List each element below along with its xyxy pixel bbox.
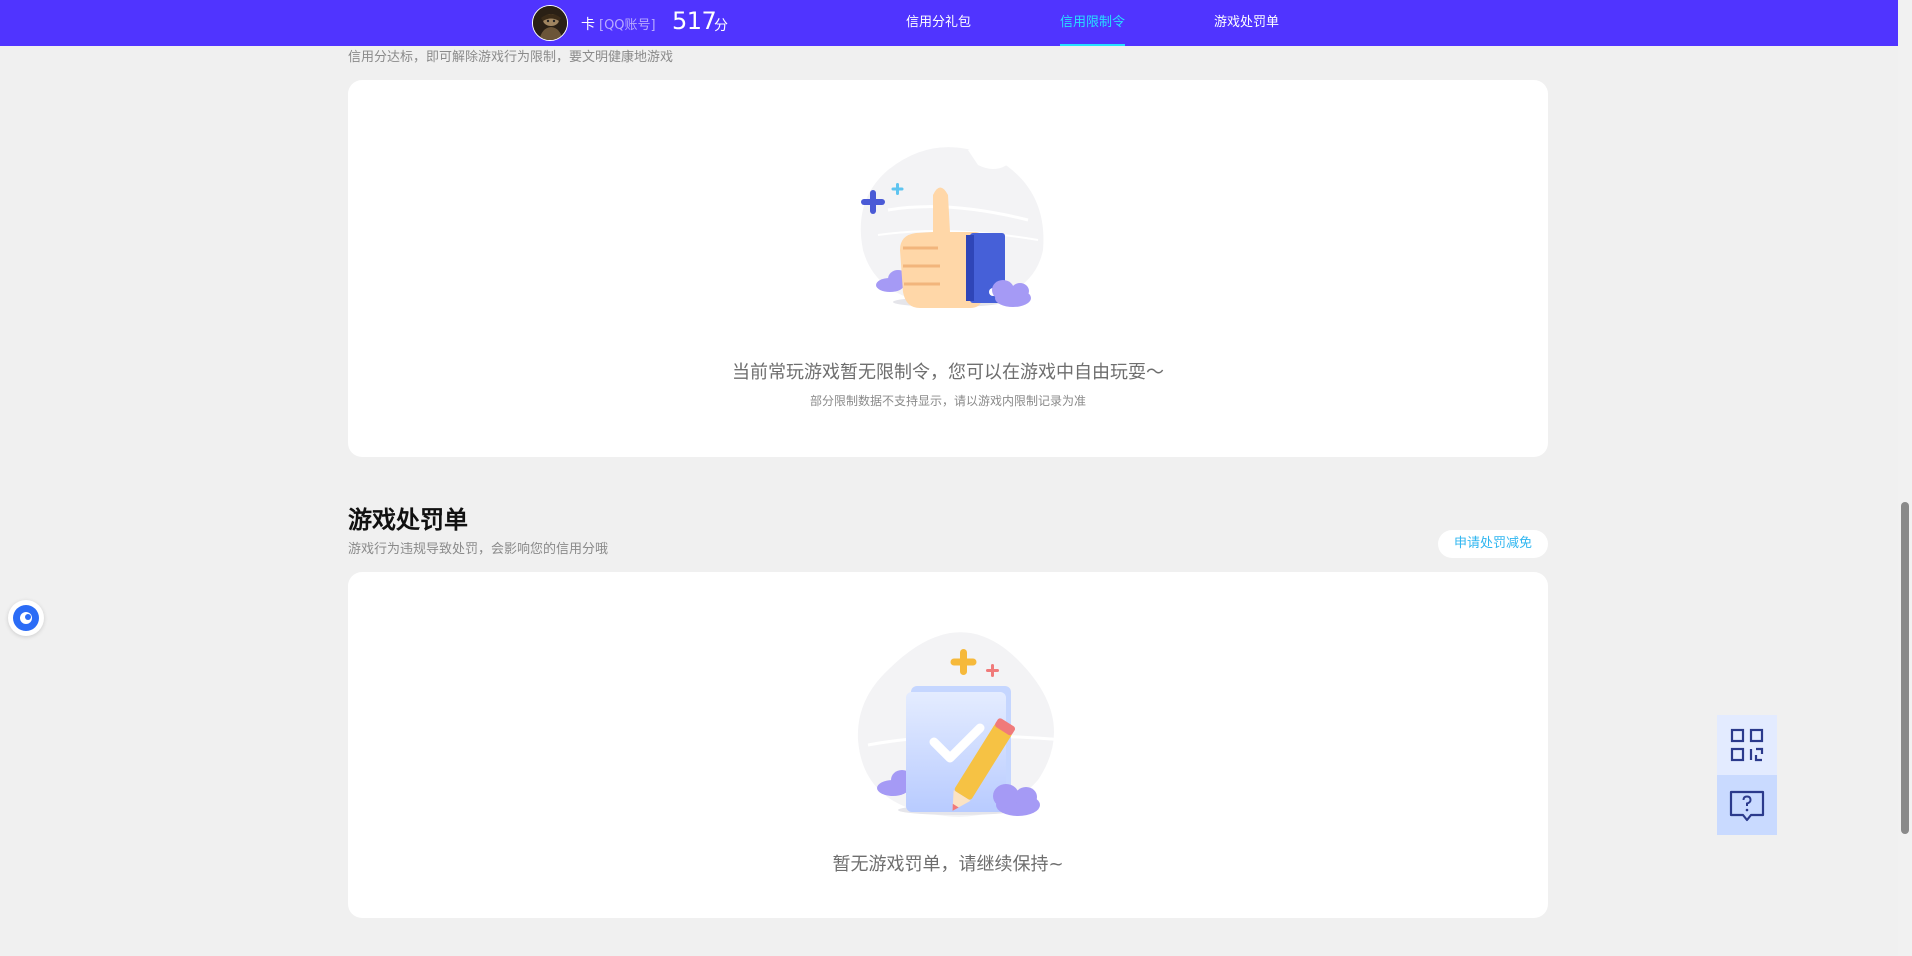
apply-penalty-reduction-button[interactable]: 申请处罚减免 xyxy=(1438,530,1548,558)
restriction-empty-message: 当前常玩游戏暂无限制令，您可以在游戏中自由玩耍～ xyxy=(732,362,1164,383)
penalty-empty-message: 暂无游戏罚单，请继续保持~ xyxy=(832,854,1064,875)
restriction-note: 部分限制数据不支持显示，请以游戏内限制记录为准 xyxy=(809,394,1086,408)
tab-credit-restriction[interactable]: 信用限制令 xyxy=(1060,0,1126,46)
restriction-subtitle: 信用分达标，即可解除游戏行为限制，要文明健康地游戏 xyxy=(348,50,674,65)
tab-game-penalty[interactable]: 游戏处罚单 xyxy=(1214,0,1279,46)
avatar-image xyxy=(533,6,567,40)
clipboard-illustration xyxy=(857,632,1064,817)
credit-score-unit: 分 xyxy=(714,18,728,34)
penalty-section-title: 游戏处罚单 xyxy=(348,506,468,534)
restriction-card: 当前常玩游戏暂无限制令，您可以在游戏中自由玩耍～ 部分限制数据不支持显示，请以游… xyxy=(348,80,1548,457)
penalty-subtitle: 游戏行为违规导致处罚，会影响您的信用分哦 xyxy=(348,542,609,557)
help-chat-icon xyxy=(1729,790,1765,822)
help-button[interactable] xyxy=(1717,775,1777,835)
thumbs-up-illustration xyxy=(860,146,1044,308)
scrollbar-thumb[interactable] xyxy=(1901,502,1909,834)
user-name: 卡 xyxy=(581,17,595,33)
top-nav-bar: 卡 [QQ账号] 517 分 信用分礼包 信用限制令 游戏处罚单 xyxy=(0,0,1898,46)
avatar[interactable] xyxy=(532,5,568,41)
penalty-card: 暂无游戏罚单，请继续保持~ xyxy=(348,572,1548,918)
qr-code-button[interactable] xyxy=(1717,715,1777,775)
assistant-glyph-icon xyxy=(20,612,32,624)
account-type: [QQ账号] xyxy=(599,18,656,33)
assistant-icon[interactable] xyxy=(8,600,44,636)
assistant-icon-inner xyxy=(13,605,39,631)
tab-credit-gift[interactable]: 信用分礼包 xyxy=(906,0,971,46)
qr-code-icon xyxy=(1730,728,1764,762)
credit-score: 517 xyxy=(672,7,717,35)
